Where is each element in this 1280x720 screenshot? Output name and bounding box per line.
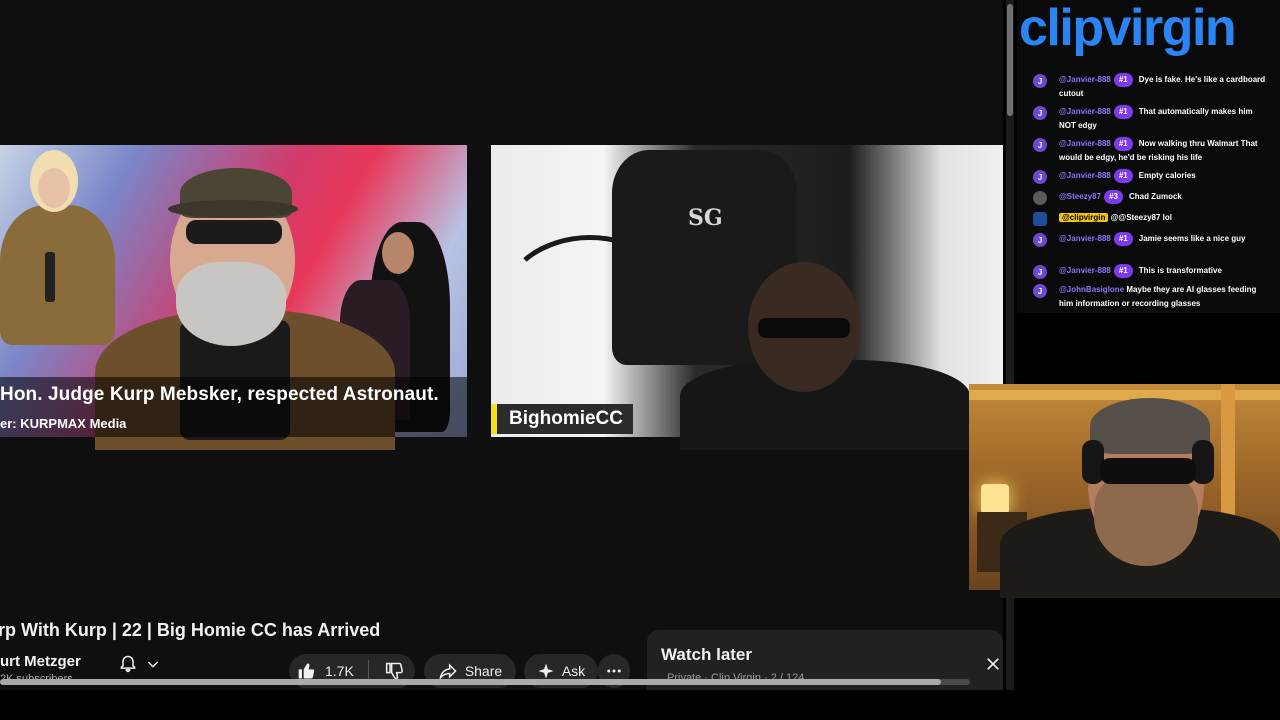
woman-face [38, 168, 70, 208]
host-beard [176, 262, 286, 346]
guest-sunglasses [758, 318, 850, 338]
video-page: Hon. Judge Kurp Mebsker, respected Astro… [0, 0, 1003, 690]
chat-username[interactable]: @clipvirgin [1059, 213, 1109, 222]
streamer-sunglasses [1100, 458, 1196, 484]
chat-username[interactable]: @Janvier-888 [1059, 234, 1111, 243]
chat-rank-badge: #3 [1104, 190, 1123, 204]
ask-label: Ask [561, 663, 586, 679]
chat-rank-badge: #1 [1113, 264, 1133, 278]
tshirt-logo: SG [688, 205, 723, 231]
chat-message: @Steezy87 #3 Chad Zumock [1059, 190, 1271, 204]
chat-rank-badge: #1 [1113, 232, 1133, 246]
lamp [981, 484, 1009, 514]
chat-message: @Janvier-888 #1 Jamie seems like a nice gu… [1059, 232, 1271, 246]
chat-text: This is transformative [1138, 266, 1222, 275]
chat-username[interactable]: @Janvier-888 [1059, 139, 1111, 148]
thumbs-up-icon [298, 663, 315, 679]
chat-message: @clipvirgin @@Steezy87 lol [1059, 211, 1271, 225]
video-title: rp With Kurp | 22 | Big Homie CC has Arr… [0, 620, 381, 640]
scrollbar-thumb[interactable] [0, 679, 941, 685]
chat-avatar: J [1033, 265, 1047, 279]
chat-message: @JohnBasiglone Maybe they are AI glasses… [1059, 283, 1271, 310]
chat-message: @Janvier-888 #1 This is transformative [1059, 264, 1271, 278]
channel-name[interactable]: urt Metzger [0, 653, 81, 670]
bell-icon [120, 655, 135, 673]
lower-third-subtitle: er: KURPMAX Media [0, 416, 127, 431]
close-icon [987, 658, 999, 670]
chat-rank-badge: #1 [1113, 73, 1133, 87]
chevron-down-icon [147, 661, 158, 668]
more-horizontal-icon [607, 669, 621, 673]
chat-text: Chad Zumock [1128, 192, 1182, 201]
guest-name-label: BighomieCC [491, 404, 633, 434]
streamer-beard [1094, 470, 1198, 566]
host-sunglasses [186, 220, 282, 244]
microphone [45, 252, 55, 302]
chat-message: @Janvier-888 #1 Dye is fake. He's like a c… [1059, 73, 1271, 100]
interview-woman-left [0, 205, 115, 345]
chat-avatar [1033, 191, 1047, 205]
chat-username[interactable]: @Janvier-888 [1059, 171, 1111, 180]
host-hat-brim [168, 200, 298, 218]
chat-text: Jamie seems like a nice guy [1138, 234, 1246, 243]
chat-avatar: J [1033, 170, 1047, 184]
chat-text: Empty calories [1138, 171, 1196, 180]
playlist-title: Watch later [661, 645, 753, 664]
thumbs-down-icon [386, 662, 404, 680]
page-scrollbar-thumb[interactable] [1007, 4, 1013, 116]
chat-rank-badge: #1 [1113, 137, 1133, 151]
chat-avatar: J [1033, 138, 1047, 152]
chat-avatar: J [1033, 106, 1047, 120]
sparkle-icon [538, 663, 554, 679]
chat-avatar: J [1033, 233, 1047, 247]
chat-username[interactable]: @Janvier-888 [1059, 266, 1111, 275]
horizontal-scrollbar[interactable] [0, 679, 970, 685]
woman-right-face [382, 232, 414, 274]
close-playlist-button[interactable] [983, 654, 1003, 674]
chat-message: @Janvier-888 #1 Now walking thru Walmart T… [1059, 137, 1271, 164]
chat-message: @Janvier-888 #1 That automatically makes h… [1059, 105, 1271, 132]
notification-bell-button[interactable] [104, 654, 174, 674]
chat-avatar [1033, 212, 1047, 226]
chat-username[interactable]: @JohnBasiglone [1059, 285, 1124, 294]
chat-username[interactable]: @Steezy87 [1059, 192, 1101, 201]
like-count: 1.7K [325, 663, 354, 679]
chat-avatar: J [1033, 284, 1047, 298]
chat-message: @Janvier-888 #1 Empty calories [1059, 169, 1271, 183]
lower-third-title: Hon. Judge Kurp Mebsker, respected Astro… [0, 384, 439, 405]
share-icon [439, 663, 457, 681]
chat-username[interactable]: @Janvier-888 [1059, 107, 1111, 116]
chat-username[interactable]: @Janvier-888 [1059, 75, 1111, 84]
chat-brand-logo: clipvirgin [1019, 0, 1237, 57]
chat-text: @@Steezy87 lol [1110, 213, 1173, 222]
chat-rank-badge: #1 [1113, 105, 1133, 119]
share-label: Share [464, 663, 503, 679]
chat-avatar: J [1033, 74, 1047, 88]
chat-rank-badge: #1 [1113, 169, 1133, 183]
